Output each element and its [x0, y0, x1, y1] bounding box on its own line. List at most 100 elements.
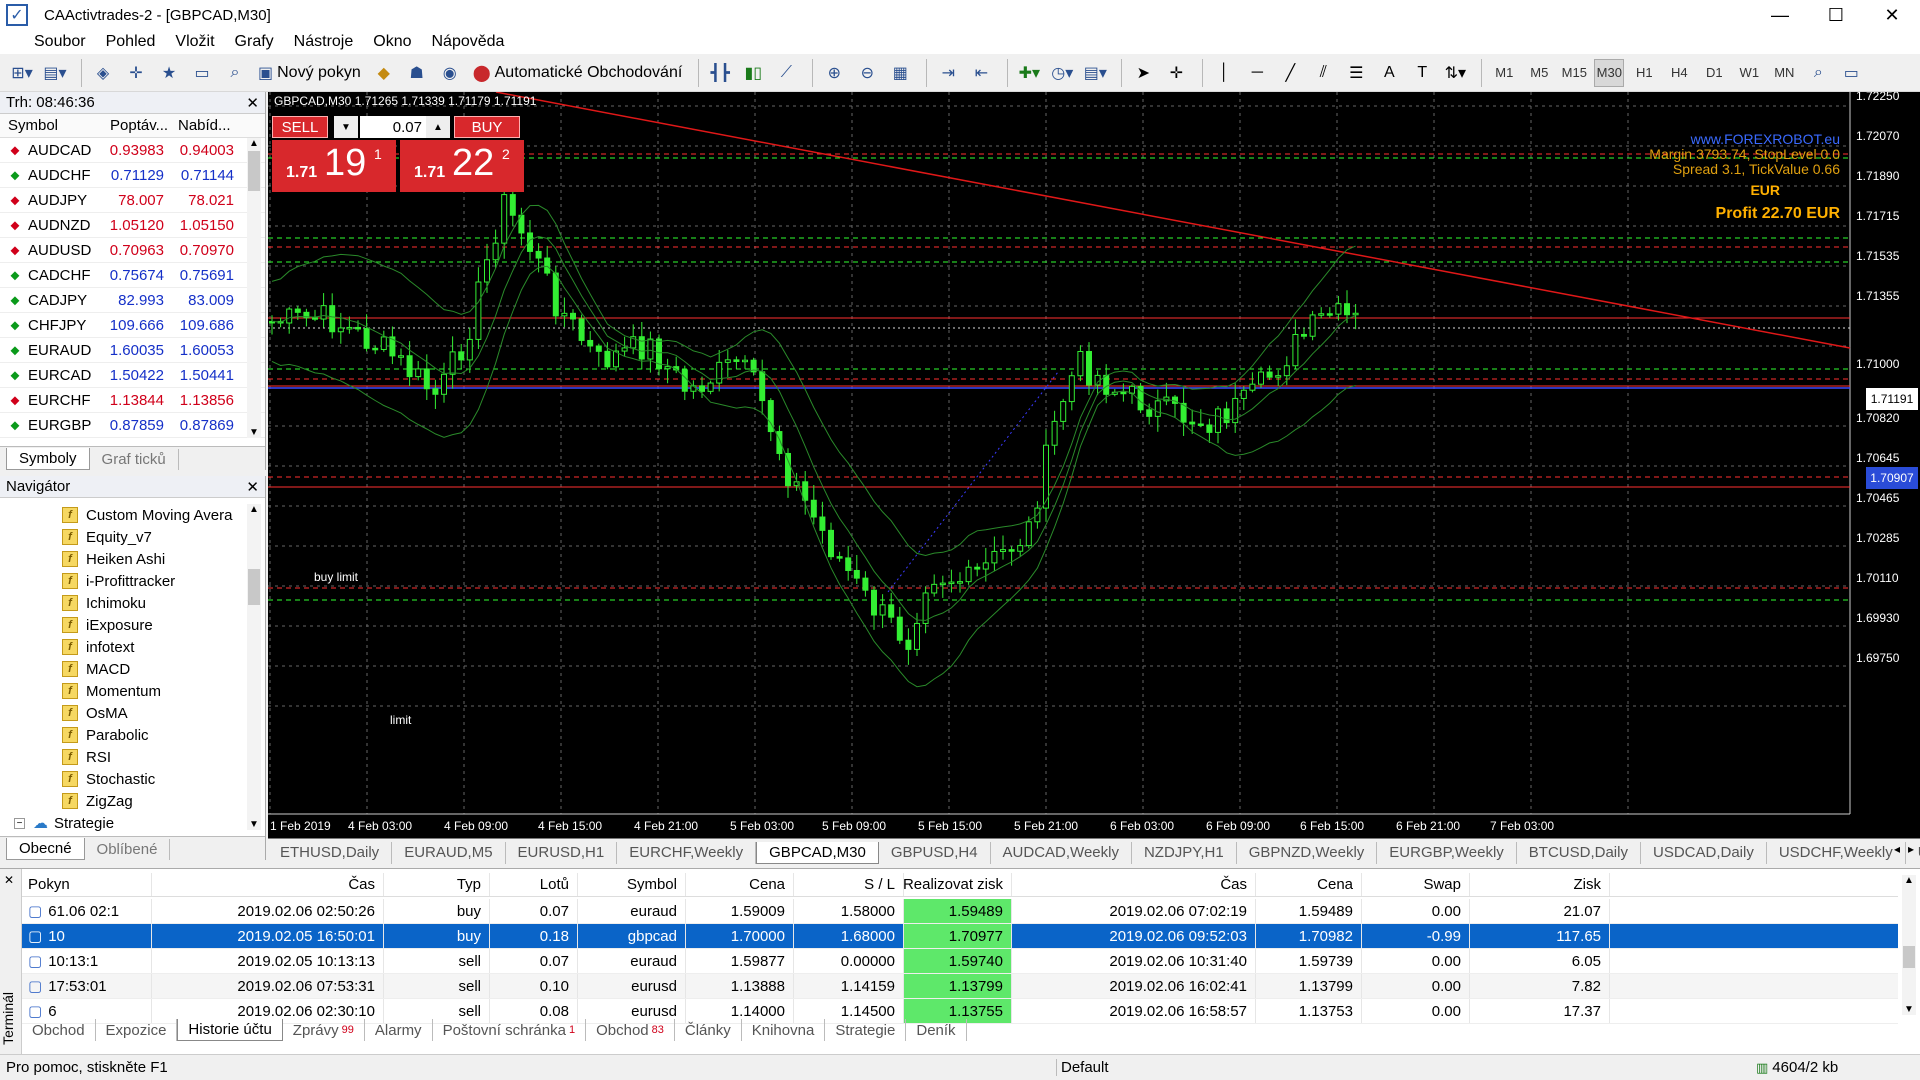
terminal-icon[interactable]: ▭: [188, 59, 216, 87]
text-label-icon[interactable]: T: [1408, 59, 1436, 87]
scroll-down-icon[interactable]: ▼: [247, 819, 261, 830]
tf-m30[interactable]: M30: [1594, 58, 1625, 87]
terminal-tab[interactable]: Expozice: [96, 1019, 178, 1041]
fibonacci-icon[interactable]: ☰: [1342, 59, 1370, 87]
navigator-item[interactable]: f infotext: [0, 636, 265, 658]
terminal-tab[interactable]: Deník: [906, 1019, 967, 1041]
arrows-icon[interactable]: ⇅▾: [1441, 59, 1469, 87]
col-symbol[interactable]: Symbol: [0, 117, 100, 134]
periods-icon[interactable]: ◷▾: [1048, 59, 1076, 87]
sell-price-box[interactable]: 1.71 19 1: [272, 140, 396, 192]
tree-folder-strategies[interactable]: − ☁ Strategie: [0, 812, 265, 834]
terminal-col-header[interactable]: Cena: [686, 873, 794, 896]
terminal-tab[interactable]: Historie účtu: [177, 1019, 283, 1041]
navigator-item[interactable]: f iExposure: [0, 614, 265, 636]
navigator-icon[interactable]: ★: [155, 59, 183, 87]
chart-tab[interactable]: AUDCAD,Weekly: [991, 841, 1132, 864]
navigator-item[interactable]: f RSI: [0, 746, 265, 768]
auto-trading-button[interactable]: ⬤ Automatické Obchodování: [469, 59, 687, 87]
scroll-up-icon[interactable]: ▲: [247, 504, 261, 515]
menu-file[interactable]: Soubor: [0, 33, 96, 51]
scroll-down-icon[interactable]: ▼: [1902, 1004, 1916, 1015]
terminal-col-header[interactable]: S / L: [794, 873, 904, 896]
terminal-col-header[interactable]: Typ: [384, 873, 490, 896]
navigator-item[interactable]: f OsMA: [0, 702, 265, 724]
market-watch-icon[interactable]: ◈: [89, 59, 117, 87]
metaeditor-icon[interactable]: ◆: [370, 59, 398, 87]
trendline-icon[interactable]: ╱: [1276, 59, 1304, 87]
market-watch-row[interactable]: ⬥ CADCHF 0.75674 0.75691: [0, 263, 265, 288]
col-ask[interactable]: Nabíd...: [168, 117, 238, 134]
market-watch-row[interactable]: ⬥ EURGBP 0.87859 0.87869: [0, 413, 265, 438]
scroll-up-icon[interactable]: ▲: [1902, 875, 1916, 886]
zoom-out-icon[interactable]: ⊖: [853, 59, 881, 87]
tab-common[interactable]: Obecné: [6, 838, 85, 860]
signals-icon[interactable]: ☗: [403, 59, 431, 87]
tf-mn[interactable]: MN: [1769, 59, 1799, 87]
market-watch-row[interactable]: ⬥ EURCAD 1.50422 1.50441: [0, 363, 265, 388]
terminal-scrollbar[interactable]: ▲ ▼: [1902, 875, 1916, 1015]
equidistant-channel-icon[interactable]: ⫽: [1309, 59, 1337, 87]
new-order-button[interactable]: ▣ Nový pokyn: [254, 59, 365, 87]
terminal-tab[interactable]: Obchod: [22, 1019, 96, 1041]
navigator-item[interactable]: f Equity_v7: [0, 526, 265, 548]
market-watch-row[interactable]: ⬥ EURCHF 1.13844 1.13856: [0, 388, 265, 413]
tf-h1[interactable]: H1: [1629, 59, 1659, 87]
chart-tab[interactable]: ETHUSD,Daily: [268, 841, 393, 864]
navigator-item[interactable]: f Parabolic: [0, 724, 265, 746]
terminal-col-header[interactable]: Symbol: [578, 873, 686, 896]
menu-window[interactable]: Okno: [363, 33, 421, 51]
chart-tab[interactable]: GBPNZD,Weekly: [1237, 841, 1378, 864]
close-button[interactable]: ✕: [1864, 0, 1920, 30]
strategy-tester-icon[interactable]: ⌕: [221, 59, 249, 87]
chart-tab[interactable]: EURUSD,H1: [506, 841, 618, 864]
chart-shift-icon[interactable]: ⇤: [967, 59, 995, 87]
terminal-tab[interactable]: Obchod 83: [586, 1019, 675, 1041]
chat-icon[interactable]: ▭: [1837, 59, 1865, 87]
minimize-button[interactable]: —: [1752, 0, 1808, 30]
scroll-left-icon[interactable]: ◂: [1894, 842, 1900, 856]
data-window-icon[interactable]: ✛: [122, 59, 150, 87]
chart-tab[interactable]: EURAUD,M5: [392, 841, 506, 864]
history-row[interactable]: ▢ 61.06 02:1 2019.02.06 02:50:26 buy 0.07 eur…: [22, 899, 1898, 924]
lots-down-icon[interactable]: ▼: [334, 116, 358, 138]
chart-tab[interactable]: USDCHF,Weekly: [1767, 841, 1906, 864]
terminal-col-header[interactable]: Pokyn: [22, 873, 152, 896]
profiles-icon[interactable]: ▤▾: [41, 59, 69, 87]
market-watch-row[interactable]: ⬥ CADJPY 82.993 83.009: [0, 288, 265, 313]
collapse-icon[interactable]: −: [14, 817, 25, 829]
history-row[interactable]: ▢ 10 2019.02.05 16:50:01 buy 0.18 gbpcad 1.700…: [22, 924, 1898, 949]
navigator-item[interactable]: f Ichimoku: [0, 592, 265, 614]
terminal-col-header[interactable]: Čas: [152, 873, 384, 896]
market-watch-row[interactable]: ⬥ AUDCHF 0.71129 0.71144: [0, 163, 265, 188]
chart-tab[interactable]: GBPCAD,M30: [756, 841, 879, 864]
market-watch-row[interactable]: ⬥ AUDNZD 1.05120 1.05150: [0, 213, 265, 238]
buy-price-box[interactable]: 1.71 22 2: [400, 140, 524, 192]
horizontal-line-icon[interactable]: ─: [1243, 59, 1271, 87]
navigator-item[interactable]: f Heiken Ashi: [0, 548, 265, 570]
tab-symbols[interactable]: Symboly: [6, 448, 90, 470]
zoom-in-icon[interactable]: ⊕: [820, 59, 848, 87]
market-watch-scrollbar[interactable]: ▲ ▼: [247, 138, 261, 438]
menu-charts[interactable]: Grafy: [225, 33, 284, 51]
scrollbar-thumb[interactable]: [248, 151, 260, 191]
autoscroll-icon[interactable]: ⇥: [934, 59, 962, 87]
market-watch-row[interactable]: ⬥ CHFJPY 109.666 109.686: [0, 313, 265, 338]
tf-d1[interactable]: D1: [1699, 59, 1729, 87]
terminal-col-header[interactable]: Čas: [1012, 873, 1256, 896]
terminal-col-header[interactable]: Lotů: [490, 873, 578, 896]
tf-h4[interactable]: H4: [1664, 59, 1694, 87]
text-icon[interactable]: A: [1375, 59, 1403, 87]
menu-tools[interactable]: Nástroje: [284, 33, 364, 51]
terminal-tab[interactable]: Strategie: [825, 1019, 907, 1041]
templates-icon[interactable]: ▤▾: [1081, 59, 1109, 87]
terminal-col-header[interactable]: Zisk: [1470, 873, 1610, 896]
chart-tab[interactable]: BTCUSD,Daily: [1517, 841, 1641, 864]
tile-windows-icon[interactable]: ▦: [886, 59, 914, 87]
navigator-scrollbar[interactable]: ▲ ▼: [247, 504, 261, 830]
navigator-item[interactable]: f Custom Moving Avera: [0, 504, 265, 526]
menu-view[interactable]: Pohled: [96, 33, 166, 51]
search-icon[interactable]: ⌕: [1804, 59, 1832, 87]
close-icon[interactable]: ✕: [4, 873, 14, 887]
cursor-icon[interactable]: ➤: [1129, 59, 1157, 87]
